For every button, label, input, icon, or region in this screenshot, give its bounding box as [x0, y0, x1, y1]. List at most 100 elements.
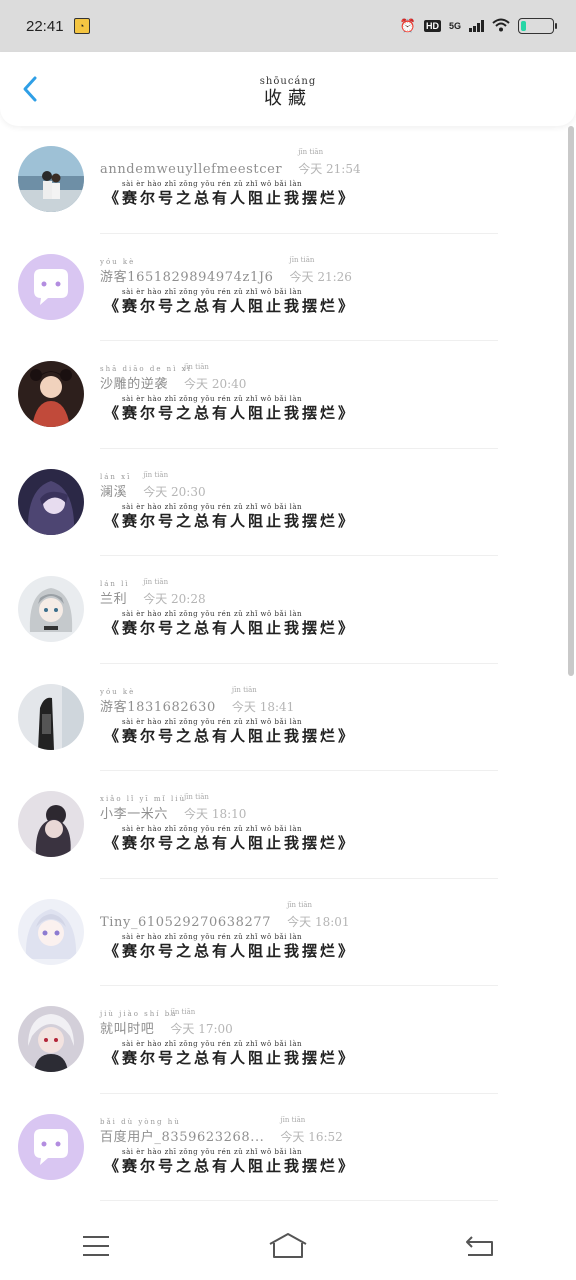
item-meta: 兰利 jīn tiān 今天 20:28 — [100, 578, 206, 607]
menu-button[interactable] — [76, 1230, 116, 1262]
book-title-pinyin: sài èr hào zhī zǒng yǒu rén zǔ zhǐ wǒ bǎ… — [122, 1147, 303, 1156]
timestamp-text: 今天 21:54 — [298, 162, 361, 176]
user-name-pinyin: yóu kè — [100, 687, 136, 696]
user-name[interactable]: 兰利 — [100, 588, 127, 607]
item-meta: 游客1651829894974z1J6 jīn tiān 今天 21:26 — [100, 256, 352, 285]
book-title-block[interactable]: sài èr hào zhī zǒng yǒu rén zǔ zhǐ wǒ bǎ… — [104, 1040, 356, 1067]
book-title: 《赛尔号之总有人阻止我摆烂》 — [104, 941, 357, 960]
page-title-pinyin: shōucáng — [259, 76, 317, 87]
book-title-pinyin: sài èr hào zhī zǒng yǒu rén zǔ zhǐ wǒ bǎ… — [122, 502, 303, 511]
timestamp: jīn tiān 今天 17:00 — [170, 1008, 232, 1037]
user-name[interactable]: 百度用户_8359623268... — [100, 1126, 264, 1145]
item-meta: 沙雕的逆袭 jīn tiān 今天 20:40 — [100, 363, 247, 392]
user-name-pinyin: yóu kè — [100, 257, 136, 266]
notification-app-icon: ◔ — [73, 18, 90, 34]
user-name[interactable]: 澜溪 — [100, 481, 127, 500]
avatar[interactable] — [18, 1113, 84, 1180]
timestamp-pinyin: jīn tiān — [143, 578, 169, 586]
timestamp-pinyin: jīn tiān — [170, 1008, 196, 1016]
user-name[interactable]: 就叫时吧 — [100, 1018, 154, 1037]
avatar[interactable] — [18, 791, 84, 857]
book-title-pinyin: sài èr hào zhī zǒng yǒu rén zǔ zhǐ wǒ bǎ… — [122, 825, 303, 833]
favorite-item[interactable]: bǎi dù yòng hù 百度用户_8359623268... jīn tiān… — [0, 1094, 568, 1201]
favorite-item[interactable]: lán lì 兰利 jīn tiān 今天 20:28 sài èr hào zhī z… — [0, 556, 568, 664]
book-title-pinyin: sài èr hào zhī zǒng yǒu rén zǔ zhǐ wǒ bǎ… — [122, 287, 303, 296]
book-title-pinyin: sài èr hào zhī zǒng yǒu rén zǔ zhǐ wǒ bǎ… — [122, 1040, 303, 1048]
home-button[interactable] — [268, 1230, 308, 1262]
app-header: shōucáng 收藏 — [0, 52, 576, 126]
timestamp-text: 今天 18:01 — [287, 914, 350, 929]
book-title-block[interactable]: sài èr hào zhī zǒng yǒu rén zǔ zhǐ wǒ bǎ… — [104, 180, 356, 207]
timestamp: jīn tiān 今天 16:52 — [280, 1116, 342, 1145]
user-name[interactable]: 游客1651829894974z1J6 — [100, 266, 274, 285]
book-title-block[interactable]: sài èr hào zhī zǒng yǒu rén zǔ zhǐ wǒ bǎ… — [104, 610, 356, 637]
page-title-text: 收藏 — [264, 88, 312, 109]
book-title: 《赛尔号之总有人阻止我摆烂》 — [104, 834, 357, 852]
signal-icon — [469, 20, 484, 32]
avatar[interactable] — [18, 1006, 84, 1072]
user-name-pinyin: lán lì — [100, 580, 130, 588]
alarm-icon: ⏰ — [399, 18, 416, 33]
user-name-pinyin: lán xī — [100, 472, 132, 481]
user-name[interactable]: 游客1831682630 — [100, 696, 216, 715]
item-meta: 百度用户_8359623268... jīn tiān 今天 16:52 — [100, 1116, 343, 1145]
wifi-icon — [492, 18, 510, 35]
book-title-pinyin: sài èr hào zhī zǒng yǒu rén zǔ zhǐ wǒ bǎ… — [122, 395, 303, 403]
timestamp-pinyin: jīn tiān — [280, 1115, 306, 1124]
timestamp-text: 今天 20:40 — [184, 377, 247, 391]
timestamp-text: 今天 18:10 — [184, 807, 247, 821]
back-nav-button[interactable] — [460, 1230, 500, 1262]
user-name[interactable]: 沙雕的逆袭 — [100, 373, 168, 392]
network-type: 5G — [448, 21, 461, 31]
book-title-pinyin: sài èr hào zhī zǒng yǒu rén zǔ zhǐ wǒ bǎ… — [122, 932, 303, 941]
book-title-block[interactable]: sài èr hào zhī zǒng yǒu rén zǔ zhǐ wǒ bǎ… — [104, 395, 356, 422]
timestamp-pinyin: jīn tiān — [184, 793, 209, 801]
book-title-block[interactable]: sài èr hào zhī zǒng yǒu rén zǔ zhǐ wǒ bǎ… — [104, 503, 356, 530]
status-icons: ⏰ HD 5G — [399, 18, 557, 35]
book-title-block[interactable]: sài èr hào zhī zǒng yǒu rén zǔ zhǐ wǒ bǎ… — [104, 1148, 356, 1175]
book-title-block[interactable]: sài èr hào zhī zǒng yǒu rén zǔ zhǐ wǒ bǎ… — [104, 718, 356, 745]
book-title-block[interactable]: sài èr hào zhī zǒng yǒu rén zǔ zhǐ wǒ bǎ… — [104, 825, 356, 852]
book-title-pinyin: sài èr hào zhī zǒng yǒu rén zǔ zhǐ wǒ bǎ… — [122, 717, 303, 726]
avatar[interactable] — [18, 468, 84, 535]
favorite-item[interactable]: shā diāo de nì xí 沙雕的逆袭 jīn tiān 今天 20:40 sà… — [0, 341, 568, 449]
item-meta: Tiny_610529270638277 jīn tiān 今天 18:01 — [100, 901, 350, 930]
avatar[interactable] — [18, 576, 84, 642]
book-title-block[interactable]: sài èr hào zhī zǒng yǒu rén zǔ zhǐ wǒ bǎ… — [104, 288, 356, 315]
timestamp-pinyin: jīn tiān — [289, 255, 315, 264]
favorite-item[interactable]: yóu kè 游客1831682630 jīn tiān 今天 18:41 sài èr… — [0, 664, 568, 771]
user-name[interactable]: 小李一米六 — [100, 803, 168, 822]
favorite-item[interactable]: jiù jiào shí ba 就叫时吧 jīn tiān 今天 17:00 sài è… — [0, 986, 568, 1094]
book-title-block[interactable]: sài èr hào zhī zǒng yǒu rén zǔ zhǐ wǒ bǎ… — [104, 933, 356, 960]
timestamp: jīn tiān 今天 21:54 — [298, 148, 361, 177]
user-name[interactable]: anndemweuyllefmeestcer — [100, 162, 282, 177]
favorite-item[interactable]: yóu kè 游客1651829894974z1J6 jīn tiān 今天 21:2… — [0, 234, 568, 341]
timestamp-text: 今天 20:30 — [143, 484, 206, 499]
timestamp: jīn tiān 今天 20:30 — [143, 471, 206, 500]
home-icon — [269, 1233, 307, 1258]
timestamp: jīn tiān 今天 18:10 — [184, 793, 247, 822]
book-title: 《赛尔号之总有人阻止我摆烂》 — [104, 296, 357, 315]
favorite-item[interactable]: Tiny_610529270638277 jīn tiān 今天 18:01 sài … — [0, 879, 568, 986]
item-meta: 澜溪 jīn tiān 今天 20:30 — [100, 471, 206, 500]
timestamp-text: 今天 18:41 — [231, 699, 295, 714]
avatar[interactable] — [18, 683, 84, 750]
page-title: shōucáng 收藏 — [0, 76, 576, 110]
scrollbar[interactable] — [568, 126, 574, 676]
timestamp: jīn tiān 今天 21:26 — [290, 256, 352, 285]
avatar[interactable] — [18, 146, 84, 212]
favorites-list: anndemweuyllefmeestcer jīn tiān 今天 21:54 sà… — [0, 126, 568, 1201]
divider — [100, 1200, 498, 1201]
favorite-item[interactable]: lán xī 澜溪 jīn tiān 今天 20:30 sài èr hào zhī z… — [0, 449, 568, 556]
avatar[interactable] — [18, 898, 84, 965]
user-name[interactable]: Tiny_610529270638277 — [100, 915, 271, 930]
favorite-item[interactable]: anndemweuyllefmeestcer jīn tiān 今天 21:54 sà… — [0, 126, 568, 234]
book-title: 《赛尔号之总有人阻止我摆烂》 — [104, 1049, 357, 1067]
avatar[interactable] — [18, 361, 84, 427]
avatar[interactable] — [18, 253, 84, 320]
favorite-item[interactable]: xiǎo lǐ yī mǐ liù 小李一米六 jīn tiān 今天 18:10 sà… — [0, 771, 568, 879]
book-title: 《赛尔号之总有人阻止我摆烂》 — [104, 726, 357, 745]
timestamp: jīn tiān 今天 18:01 — [287, 901, 350, 930]
menu-icon — [83, 1236, 109, 1256]
return-icon — [466, 1236, 493, 1256]
